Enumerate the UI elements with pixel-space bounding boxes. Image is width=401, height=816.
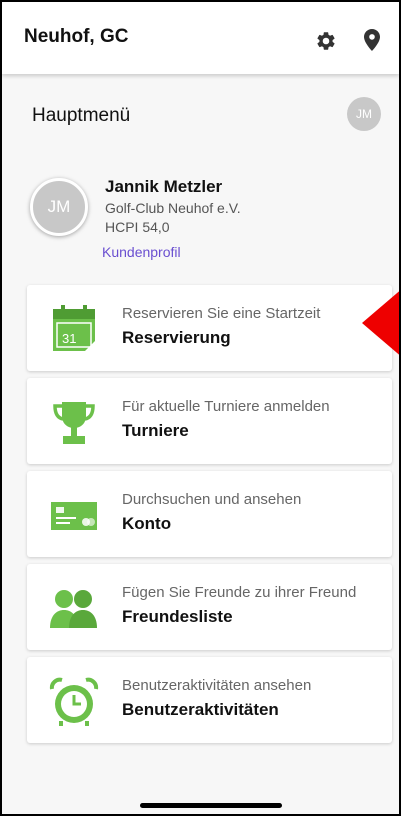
alarm-clock-icon (49, 677, 99, 726)
calendar-day: 31 (62, 331, 76, 346)
card-subtitle: Benutzeraktivitäten ansehen (122, 677, 312, 694)
trophy-icon (53, 402, 95, 444)
club-title: Neuhof, GC (24, 26, 129, 47)
menu-card-reservierung[interactable]: 31 Reservieren Sie eine Startzeit Reserv… (27, 285, 392, 371)
profile-name: Jannik Metzler (105, 177, 223, 196)
card-subtitle: Durchsuchen und ansehen (122, 491, 302, 508)
location-pin-icon[interactable] (364, 29, 380, 51)
card-subtitle: Reservieren Sie eine Startzeit (122, 305, 321, 322)
card-title: Turniere (122, 421, 189, 440)
credit-card-icon (51, 502, 97, 530)
card-subtitle: Für aktuelle Turniere anmelden (122, 398, 330, 415)
red-arrow-icon (362, 291, 399, 355)
menu-card-turniere[interactable]: Für aktuelle Turniere anmelden Turniere (27, 378, 392, 464)
header-avatar-initials: JM (356, 107, 372, 121)
app-header: Neuhof, GC (2, 2, 399, 74)
friends-icon (50, 590, 97, 628)
card-subtitle: Fügen Sie Freunde zu ihrer Freund (122, 584, 357, 601)
menu-card-benutzeraktivitaeten[interactable]: Benutzeraktivitäten ansehen Benutzerakti… (27, 657, 392, 743)
profile-avatar[interactable]: JM (30, 178, 88, 236)
card-title: Konto (122, 514, 172, 533)
app-screen: Neuhof, GC Hauptmenü JM JM Jannik Metzle… (0, 0, 401, 816)
card-title: Reservierung (122, 328, 231, 347)
gear-icon[interactable] (315, 30, 337, 52)
profile-club: Golf-Club Neuhof e.V. (105, 200, 241, 216)
profile-handicap: HCPI 54,0 (105, 219, 170, 235)
menu-card-konto[interactable]: Durchsuchen und ansehen Konto (27, 471, 392, 557)
profile-avatar-initials: JM (47, 197, 71, 216)
main-menu-title: Hauptmenü (32, 105, 131, 126)
customer-profile-link[interactable]: Kundenprofil (102, 244, 181, 260)
header-avatar[interactable]: JM (347, 97, 381, 131)
home-indicator[interactable] (140, 803, 282, 808)
menu-card-freundesliste[interactable]: Fügen Sie Freunde zu ihrer Freund Freund… (27, 564, 392, 650)
card-title: Freundesliste (122, 607, 233, 626)
card-title: Benutzeraktivitäten (122, 700, 279, 719)
calendar-icon: 31 (53, 305, 95, 351)
